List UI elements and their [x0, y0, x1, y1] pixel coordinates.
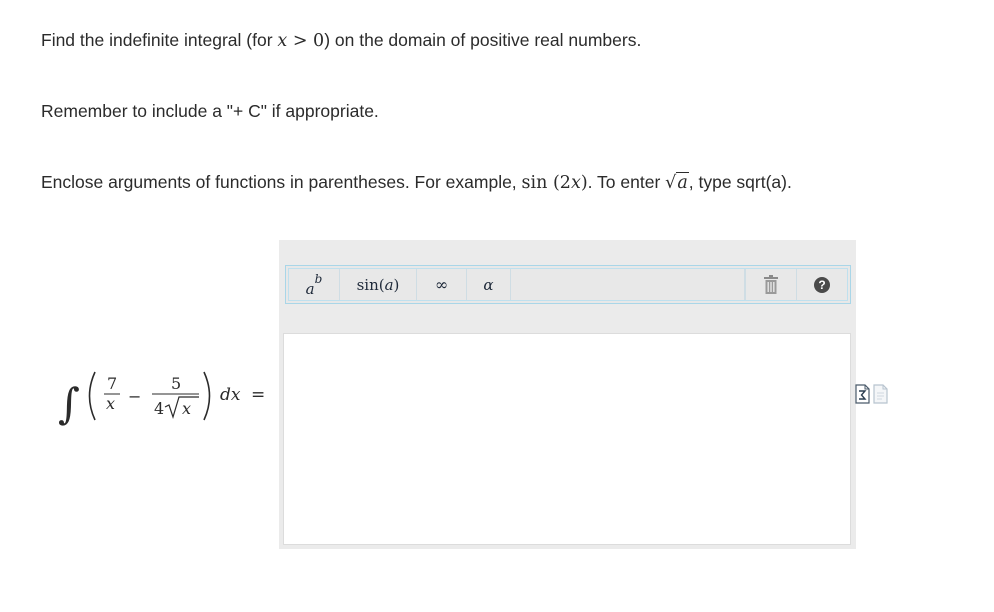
- sin-arg-close: ): [393, 275, 400, 294]
- math-relation: > 0: [287, 31, 325, 51]
- help-button[interactable]: ?: [797, 269, 847, 300]
- sqrt-var: a: [676, 172, 689, 193]
- sin-button[interactable]: sin (a): [340, 269, 417, 300]
- instruction-syntax-prefix: Enclose arguments of functions in parent…: [41, 172, 522, 192]
- sin-arg-var: a: [384, 275, 394, 294]
- integral-svg: ∫ 7 x − 5 4 x dx =: [58, 371, 265, 428]
- math-toolbar: ab sin (a) ∞ α ?: [285, 265, 851, 304]
- clear-button[interactable]: [745, 269, 797, 300]
- answer-input[interactable]: [283, 333, 851, 545]
- math-editor: ab sin (a) ∞ α ?: [279, 240, 856, 549]
- power-base: a: [305, 279, 315, 298]
- instruction-constant: Remember to include a "+ C" if appropria…: [41, 101, 379, 121]
- fraction1-denominator: x: [106, 394, 115, 413]
- power-button[interactable]: ab: [289, 269, 340, 300]
- math-entry-icon[interactable]: [855, 384, 870, 404]
- minus-sign: −: [128, 387, 141, 406]
- instruction-domain-suffix: ) on the domain of positive real numbers…: [324, 30, 642, 50]
- help-icon: ?: [814, 276, 830, 293]
- instruction-syntax-mid: . To enter: [587, 172, 666, 192]
- example-arg-open: (2: [547, 173, 571, 193]
- instruction-domain-prefix: Find the indefinite integral (for: [41, 30, 278, 50]
- equals-sign: =: [251, 385, 265, 405]
- right-paren: [203, 371, 211, 421]
- infinity-button[interactable]: ∞: [417, 269, 467, 300]
- alpha-button[interactable]: α: [467, 269, 511, 300]
- example-sin: sin: [521, 173, 548, 193]
- infinity-label: ∞: [434, 275, 449, 294]
- instruction-syntax-suffix: , type sqrt(a).: [688, 172, 792, 192]
- alpha-label: α: [483, 275, 494, 294]
- fraction2-radicand: x: [182, 399, 191, 418]
- integral-expression: ∫ 7 x − 5 4 x dx =: [58, 362, 273, 430]
- example-arg-close: ): [580, 173, 588, 193]
- sin-label: sin: [356, 275, 379, 294]
- trash-icon: [764, 274, 778, 294]
- left-paren: [88, 371, 96, 421]
- power-exponent: b: [314, 271, 323, 286]
- sqrt-symbol: √: [665, 173, 677, 193]
- math-var-x: x: [277, 31, 288, 51]
- toolbar-spacer: [511, 269, 745, 300]
- instruction-domain: Find the indefinite integral (for x > 0)…: [41, 28, 641, 53]
- dx-label: dx: [220, 385, 241, 405]
- instruction-syntax: Enclose arguments of functions in parent…: [41, 170, 792, 195]
- document-icon[interactable]: [873, 384, 888, 404]
- example-var: x: [570, 173, 581, 193]
- fraction2-numerator: 5: [171, 374, 181, 393]
- side-icons: [855, 384, 888, 404]
- fraction1-numerator: 7: [107, 374, 117, 393]
- integral-sign: ∫: [58, 379, 80, 428]
- math-toolbar-inner: ab sin (a) ∞ α ?: [288, 268, 848, 301]
- fraction2-coef: 4: [154, 399, 164, 418]
